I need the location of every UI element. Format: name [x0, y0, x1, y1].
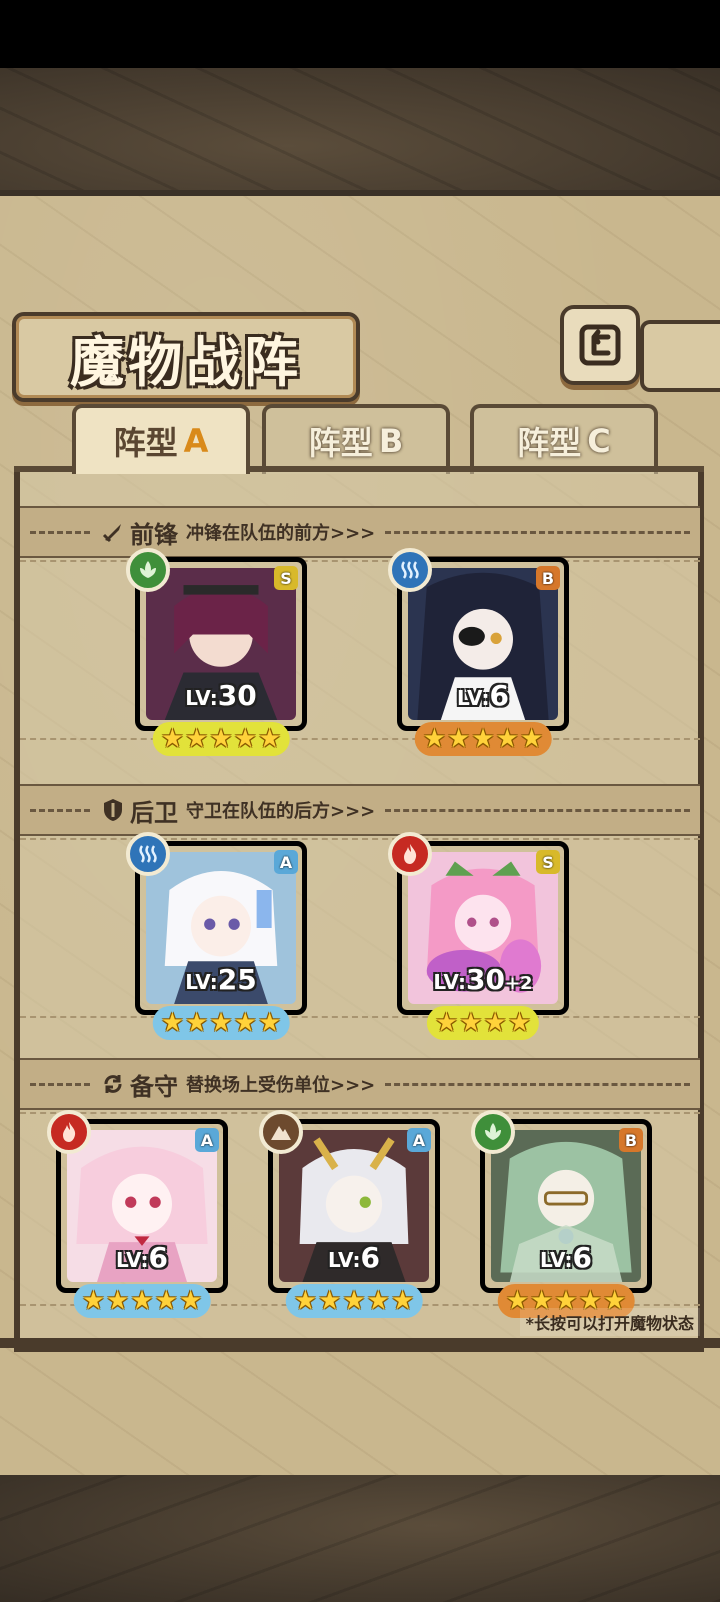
star-icon: ★ [507, 1008, 532, 1038]
unit-level: LV:25 [185, 963, 257, 996]
star-icon: ★ [185, 1008, 209, 1038]
map-background-bottom [0, 1475, 720, 1602]
section-name: 前锋 [130, 519, 178, 549]
monster-card-reserve-2[interactable]: A LV:6 ★ ★ ★ ★ ★ [259, 1110, 440, 1318]
monster-card-reserve-1[interactable]: A LV:6 ★ ★ ★ ★ ★ [47, 1110, 228, 1318]
board-bottom-edge [0, 1338, 720, 1348]
section-name: 后卫 [130, 797, 178, 827]
sword-icon [100, 519, 126, 545]
row-rear [20, 838, 700, 1018]
star-icon: ★ [342, 1286, 366, 1316]
star-icon: ★ [471, 724, 495, 754]
tab-formation-a[interactable]: 阵型 A [72, 404, 250, 474]
monster-card-front-2[interactable]: B LV:6 ★ ★ ★ ★ ★ [388, 548, 569, 756]
rarity-badge: B [619, 1128, 643, 1152]
star-icon: ★ [366, 1286, 390, 1316]
star-icon: ★ [318, 1286, 342, 1316]
rarity-badge: B [536, 566, 560, 590]
wind-element-icon [126, 548, 170, 592]
star-icon: ★ [209, 1008, 233, 1038]
unit-level: LV:6 [115, 1241, 169, 1274]
tab-label: 阵型 [113, 424, 178, 462]
star-icon: ★ [233, 1008, 257, 1038]
star-icon: ★ [233, 724, 257, 754]
unit-level: LV:30+2 [433, 963, 533, 996]
star-icon: ★ [293, 1286, 318, 1316]
star-icon: ★ [257, 724, 282, 754]
star-icon: ★ [422, 724, 447, 754]
star-rating: ★ ★ ★ ★ [426, 1006, 540, 1040]
tab-label: 阵型 [517, 424, 582, 462]
fire-element-icon [388, 832, 432, 876]
star-icon: ★ [434, 1008, 459, 1038]
star-icon: ★ [178, 1286, 203, 1316]
back-button[interactable] [560, 305, 640, 385]
star-icon: ★ [106, 1286, 130, 1316]
swap-icon [100, 1071, 126, 1097]
star-icon: ★ [130, 1286, 154, 1316]
water-element-icon [388, 548, 432, 592]
long-press-hint: *长按可以打开魔物状态 [519, 1308, 700, 1336]
wind-element-icon [471, 1110, 515, 1154]
rarity-badge: A [195, 1128, 219, 1152]
section-header-rear: 后卫 守卫在队伍的后方>>> [20, 784, 700, 836]
water-element-icon [126, 832, 170, 876]
return-arrow-icon [579, 324, 621, 366]
rarity-badge: A [407, 1128, 431, 1152]
tab-letter: A [183, 422, 209, 460]
star-icon: ★ [81, 1286, 106, 1316]
star-rating: ★ ★ ★ ★ ★ [73, 1284, 211, 1318]
rarity-badge: A [274, 850, 298, 874]
monster-card-front-1[interactable]: S LV:30 ★ ★ ★ ★ ★ [126, 548, 307, 756]
star-icon: ★ [160, 724, 185, 754]
section-desc: 冲锋在队伍的前方>>> [186, 523, 376, 544]
section-name: 备守 [130, 1071, 178, 1101]
status-bar [0, 0, 720, 68]
rarity-badge: S [536, 850, 560, 874]
section-header-reserve: 备守 替换场上受伤单位>>> [20, 1058, 700, 1110]
star-icon: ★ [483, 1008, 507, 1038]
map-background-top [0, 68, 720, 198]
star-icon: ★ [447, 724, 471, 754]
star-rating: ★ ★ ★ ★ ★ [414, 722, 552, 756]
shield-icon [100, 797, 126, 823]
star-icon: ★ [519, 724, 544, 754]
star-icon: ★ [495, 724, 519, 754]
unit-level: LV:30 [185, 679, 257, 712]
star-rating: ★ ★ ★ ★ ★ [152, 1006, 290, 1040]
star-icon: ★ [459, 1008, 483, 1038]
fire-element-icon [47, 1110, 91, 1154]
tab-letter: B [378, 422, 404, 460]
star-rating: ★ ★ ★ ★ ★ [152, 722, 290, 756]
star-icon: ★ [257, 1008, 282, 1038]
monster-card-rear-2[interactable]: S LV:30+2 ★ ★ ★ ★ [388, 832, 569, 1040]
star-icon: ★ [209, 724, 233, 754]
tab-formation-b[interactable]: 阵型 B [262, 404, 450, 474]
star-icon: ★ [160, 1008, 185, 1038]
unit-level: LV:6 [327, 1241, 381, 1274]
section-header-front: 前锋 冲锋在队伍的前方>>> [20, 506, 700, 558]
unit-level: LV:6 [539, 1241, 593, 1274]
unit-level: LV:6 [456, 679, 510, 712]
monster-card-reserve-3[interactable]: B LV:6 ★ ★ ★ ★ ★ [471, 1110, 652, 1318]
star-icon: ★ [154, 1286, 178, 1316]
section-desc: 守卫在队伍的后方>>> [186, 801, 376, 822]
tab-formation-c[interactable]: 阵型 C [470, 404, 658, 474]
back-rail [640, 320, 720, 392]
rarity-badge: S [274, 566, 298, 590]
monster-card-rear-1[interactable]: A LV:25 ★ ★ ★ ★ ★ [126, 832, 307, 1040]
page-title: 魔物战阵 [70, 329, 302, 394]
title-plaque: 魔物战阵 [12, 312, 360, 402]
tab-letter: C [587, 422, 611, 460]
star-icon: ★ [390, 1286, 415, 1316]
tab-label: 阵型 [308, 424, 373, 462]
star-rating: ★ ★ ★ ★ ★ [285, 1284, 423, 1318]
row-front [20, 560, 700, 740]
star-icon: ★ [185, 724, 209, 754]
section-desc: 替换场上受伤单位>>> [186, 1075, 376, 1096]
earth-element-icon [259, 1110, 303, 1154]
